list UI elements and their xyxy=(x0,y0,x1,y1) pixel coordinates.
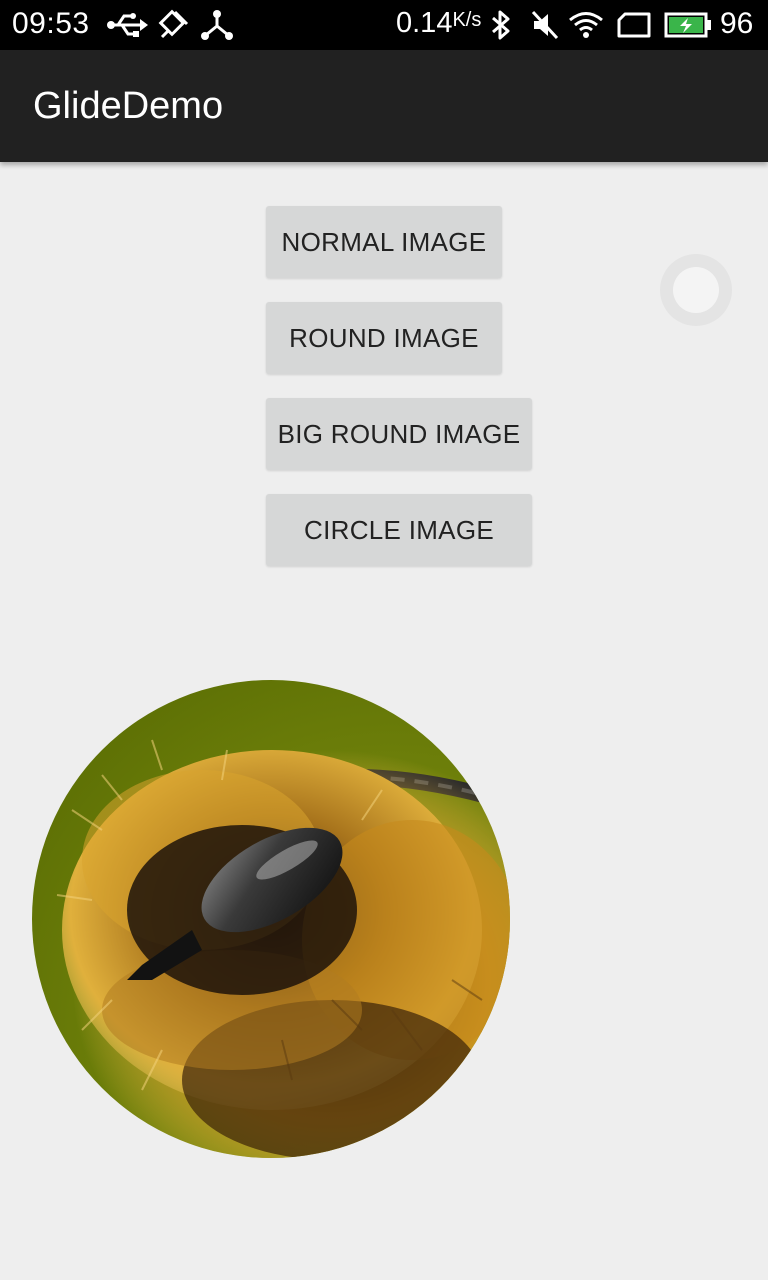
net-speed-unit: K/s xyxy=(452,9,482,31)
normal-image-button[interactable]: NORMAL IMAGE xyxy=(266,206,502,278)
bluetooth-icon xyxy=(488,0,514,50)
bee-photo-illustration xyxy=(32,680,510,1158)
debug-icon xyxy=(158,0,190,50)
status-bar: 09:53 0.14K/s 96 xyxy=(0,0,768,50)
circle-image-button[interactable]: CIRCLE IMAGE xyxy=(266,494,532,566)
status-time: 09:53 xyxy=(12,7,90,40)
net-speed-value: 0.14 xyxy=(396,7,453,39)
circle-photo-bee xyxy=(32,680,510,1158)
battery-level: 96 xyxy=(720,7,754,40)
sim-icon xyxy=(616,0,652,50)
usb-icon xyxy=(106,0,148,50)
round-image-button[interactable]: ROUND IMAGE xyxy=(266,302,502,374)
spinner-center xyxy=(673,267,719,313)
action-bar: GlideDemo xyxy=(0,50,768,162)
net-speed: 0.14K/s xyxy=(396,7,481,40)
mute-icon xyxy=(530,0,560,50)
big-round-image-button[interactable]: BIG ROUND IMAGE xyxy=(266,398,532,470)
wifi-icon xyxy=(568,0,604,50)
app-title: GlideDemo xyxy=(33,85,224,127)
loading-spinner xyxy=(660,254,732,326)
share-icon xyxy=(200,0,234,50)
battery-icon xyxy=(664,0,712,50)
